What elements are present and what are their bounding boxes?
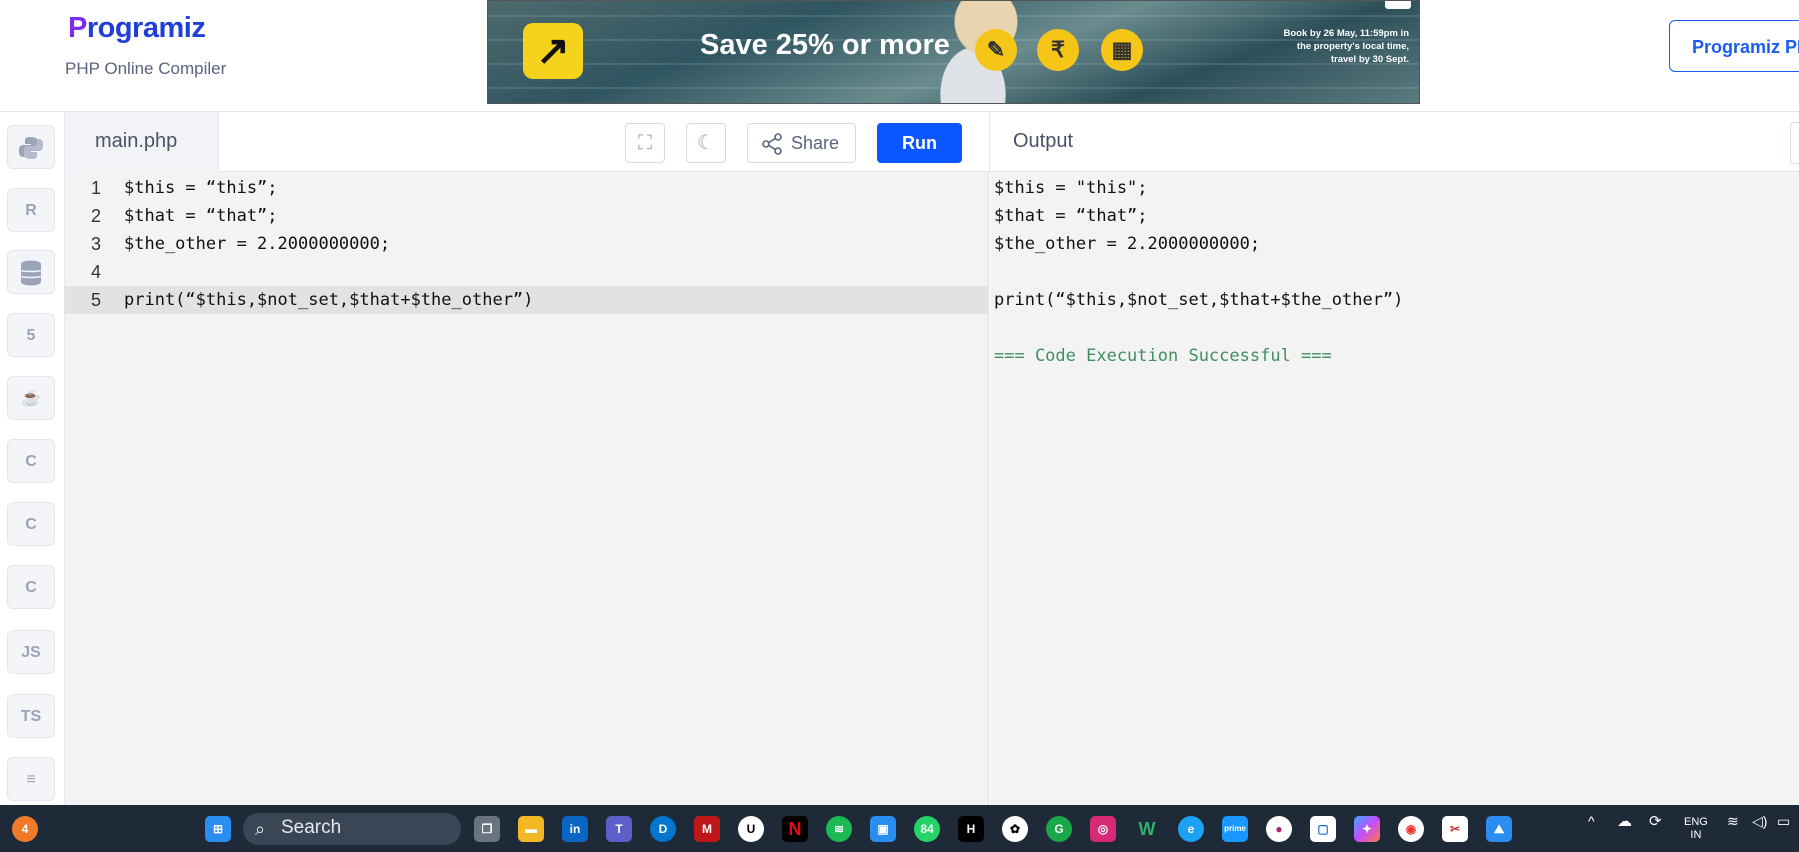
tray-chevron-icon[interactable]: ^ xyxy=(1588,814,1595,828)
output-line: $this = "this"; xyxy=(994,178,1148,198)
output-header: Output xyxy=(989,112,1799,172)
programiz-pro-button[interactable]: Programiz PR xyxy=(1669,20,1799,72)
copilot-icon[interactable]: ✦ xyxy=(1354,816,1380,842)
photos-icon[interactable]: ⛰ xyxy=(1486,816,1512,842)
chrome-icon[interactable]: ◉ xyxy=(1398,816,1424,842)
clear-button[interactable] xyxy=(1790,122,1799,164)
edge-icon[interactable]: e xyxy=(1178,816,1204,842)
wps-icon[interactable]: W xyxy=(1134,816,1160,842)
teams-icon[interactable]: T xyxy=(606,816,632,842)
onedrive-icon[interactable]: ☁ xyxy=(1617,814,1632,829)
run-button[interactable]: Run xyxy=(877,123,962,163)
csharp-icon[interactable]: C xyxy=(7,565,55,609)
ad-banner[interactable]: ↗ Save 25% or more ✎ ₹ ▦ Book by 26 May,… xyxy=(487,0,1420,104)
grammarly-icon[interactable]: G xyxy=(1046,816,1072,842)
editor-toolbar: main.php ⛶ ☾ Share Run xyxy=(65,112,989,172)
netflix-icon[interactable]: N xyxy=(782,816,808,842)
arrow-logo-icon: ↗ xyxy=(523,23,583,79)
ad-info-icon[interactable] xyxy=(1385,1,1411,9)
code-line[interactable]: 1 $this = “this”; xyxy=(65,174,989,202)
share-button[interactable]: Share xyxy=(747,123,856,163)
go-icon[interactable]: ≡ xyxy=(7,757,55,801)
udemy-icon[interactable]: U xyxy=(738,816,764,842)
volume-icon[interactable]: ◁) xyxy=(1752,814,1767,828)
language-indicator[interactable]: ENG IN xyxy=(1684,816,1708,842)
code-editor[interactable]: 1 $this = “this”; 2 $that = “that”; 3 $t… xyxy=(65,172,989,805)
typescript-icon[interactable]: TS xyxy=(7,694,55,738)
language-sidebar: R 5 ☕ C C C JS TS ≡ xyxy=(0,112,65,805)
line-number: 4 xyxy=(90,262,101,282)
execution-status: === Code Execution Successful === xyxy=(994,346,1332,366)
battery-icon[interactable]: ▭ xyxy=(1777,814,1790,828)
prime-video-icon[interactable]: prime xyxy=(1222,816,1248,842)
whatsapp-icon[interactable]: 84 xyxy=(914,816,940,842)
snipping-tool-icon[interactable]: ✂ xyxy=(1442,816,1468,842)
code-text[interactable]: print(“$this,$not_set,$that+$the_other”) xyxy=(124,290,533,310)
line-number: 1 xyxy=(90,178,101,198)
output-panel: $this = "this"; $that = “that”; $the_oth… xyxy=(990,172,1799,805)
mcafee-icon[interactable]: M xyxy=(694,816,720,842)
programiz-logo[interactable]: Programiz xyxy=(68,12,206,45)
output-title: Output xyxy=(1013,130,1074,152)
search-icon: ⌕ xyxy=(255,819,266,839)
tab-main-php[interactable]: main.php xyxy=(65,112,219,172)
top-header: Programiz PHP Online Compiler ↗ Save 25%… xyxy=(0,0,1799,112)
window-app-icon[interactable]: ▢ xyxy=(1310,816,1336,842)
line-number: 3 xyxy=(90,234,101,254)
fullscreen-icon[interactable]: ⛶ xyxy=(625,123,665,163)
database-icon[interactable] xyxy=(7,250,55,294)
wifi-icon[interactable]: ≋ xyxy=(1727,814,1739,828)
task-view-icon[interactable]: ❐ xyxy=(474,816,500,842)
linkedin-icon[interactable]: in xyxy=(562,816,588,842)
dark-mode-icon[interactable]: ☾ xyxy=(686,123,726,163)
javascript-icon[interactable]: JS xyxy=(7,630,55,674)
page-subtitle: PHP Online Compiler xyxy=(65,59,227,78)
file-explorer-icon[interactable]: ▬ xyxy=(518,816,544,842)
recorder-icon[interactable]: ● xyxy=(1266,816,1292,842)
share-icon xyxy=(762,133,782,156)
hackerrank-icon[interactable]: H xyxy=(958,816,984,842)
code-line[interactable]: 4 xyxy=(65,258,989,286)
spotify-icon[interactable]: ≋ xyxy=(826,816,852,842)
r-icon[interactable]: R xyxy=(7,188,55,232)
java-icon[interactable]: ☕ xyxy=(7,376,55,420)
code-text[interactable]: $that = “that”; xyxy=(124,206,278,226)
ad-photo xyxy=(908,1,1038,103)
chatgpt-icon[interactable]: ✿ xyxy=(1002,816,1028,842)
rupee-icon: ₹ xyxy=(1037,29,1079,71)
instagram-icon[interactable]: ◎ xyxy=(1090,816,1116,842)
ticket-icon: ✎ xyxy=(975,29,1017,71)
weather-icon[interactable]: 4 xyxy=(12,816,38,842)
cplusplus-icon[interactable]: C xyxy=(7,502,55,546)
html5-icon[interactable]: 5 xyxy=(7,313,55,357)
taskbar-search[interactable]: ⌕ Search xyxy=(243,813,461,845)
windows-taskbar: 4 ⊞ ⌕ Search ❐ ▬ in T D M U N ≋ ▣ 84 H ✿… xyxy=(0,805,1799,852)
output-line: print(“$this,$not_set,$that+$the_other”) xyxy=(994,290,1404,310)
c-icon[interactable]: C xyxy=(7,439,55,483)
code-text[interactable]: $this = “this”; xyxy=(124,178,278,198)
output-line: $that = “that”; xyxy=(994,206,1148,226)
sync-icon[interactable]: ⟳ xyxy=(1649,814,1662,829)
windows-start-icon[interactable]: ⊞ xyxy=(205,816,231,842)
code-line[interactable]: 2 $that = “that”; xyxy=(65,202,989,230)
python-icon[interactable] xyxy=(7,125,55,169)
building-icon: ▦ xyxy=(1101,29,1143,71)
ad-fine-print: Book by 26 May, 11:59pm in the property'… xyxy=(1283,28,1409,65)
code-text[interactable]: $the_other = 2.2000000000; xyxy=(124,234,390,254)
store-icon[interactable]: ▣ xyxy=(870,816,896,842)
output-line: $the_other = 2.2000000000; xyxy=(994,234,1261,254)
dell-icon[interactable]: D xyxy=(650,816,676,842)
code-line[interactable]: 3 $the_other = 2.2000000000; xyxy=(65,230,989,258)
line-number: 2 xyxy=(90,206,101,226)
code-line-active[interactable]: 5 print(“$this,$not_set,$that+$the_other… xyxy=(65,286,989,314)
line-number: 5 xyxy=(90,290,101,310)
